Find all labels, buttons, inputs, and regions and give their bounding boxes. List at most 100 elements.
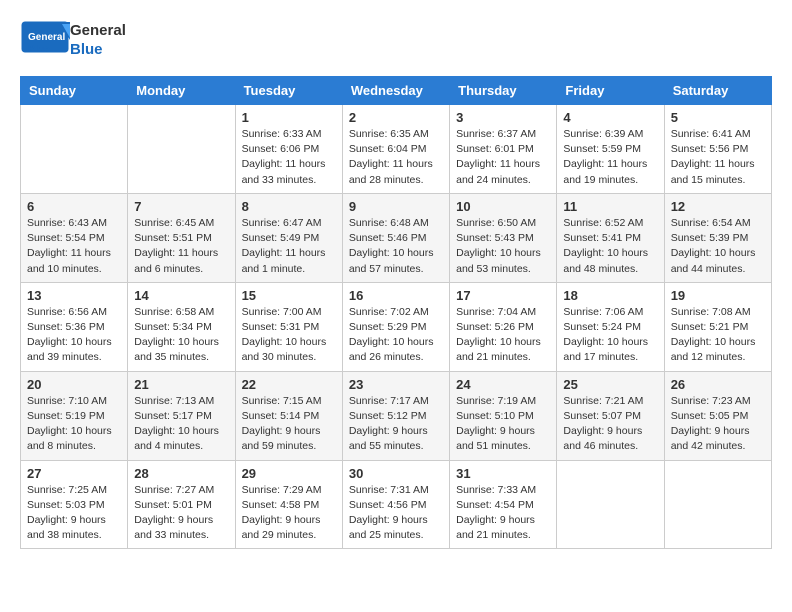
day-info: Sunrise: 7:29 AM Sunset: 4:58 PM Dayligh… [242,483,336,544]
calendar-cell: 14 Sunrise: 6:58 AM Sunset: 5:34 PM Dayli… [128,282,235,371]
calendar-cell: 26Sunrise: 7:23 AM Sunset: 5:05 PM Dayli… [664,371,771,460]
weekday-header: Monday [128,77,235,105]
day-number: 14 [134,288,228,303]
calendar-header-row: SundayMondayTuesdayWednesdayThursdayFrid… [21,77,772,105]
calendar-week-row: 6Sunrise: 6:43 AM Sunset: 5:54 PM Daylig… [21,193,772,282]
day-info: Sunrise: 7:25 AM Sunset: 5:03 PM Dayligh… [27,483,121,544]
day-number: 10 [456,199,550,214]
day-info: Sunrise: 6:50 AM Sunset: 5:43 PM Dayligh… [456,216,550,277]
calendar-cell [21,105,128,194]
calendar-cell: 23 Sunrise: 7:17 AM Sunset: 5:12 PM Dayli… [342,371,449,460]
day-number: 20 [27,377,121,392]
day-info: Sunrise: 7:21 AM Sunset: 5:07 PM Dayligh… [563,394,657,455]
weekday-header: Friday [557,77,664,105]
day-number: 31 [456,466,550,481]
calendar-cell: 29 Sunrise: 7:29 AM Sunset: 4:58 PM Dayli… [235,460,342,549]
calendar-cell: 17 Sunrise: 7:04 AM Sunset: 5:26 PM Dayli… [450,282,557,371]
calendar-cell: 24 Sunrise: 7:19 AM Sunset: 5:10 PM Dayli… [450,371,557,460]
calendar-cell: 21Sunrise: 7:13 AM Sunset: 5:17 PM Dayli… [128,371,235,460]
day-info: Sunrise: 6:37 AM Sunset: 6:01 PM Dayligh… [456,127,550,188]
day-info: Sunrise: 7:00 AM Sunset: 5:31 PM Dayligh… [242,305,336,366]
calendar-cell: 3Sunrise: 6:37 AM Sunset: 6:01 PM Daylig… [450,105,557,194]
day-number: 11 [563,199,657,214]
day-number: 15 [242,288,336,303]
calendar-cell: 16 Sunrise: 7:02 AM Sunset: 5:29 PM Dayli… [342,282,449,371]
day-info: Sunrise: 6:52 AM Sunset: 5:41 PM Dayligh… [563,216,657,277]
day-info: Sunrise: 6:35 AM Sunset: 6:04 PM Dayligh… [349,127,443,188]
weekday-header: Thursday [450,77,557,105]
day-number: 2 [349,110,443,125]
day-number: 5 [671,110,765,125]
day-number: 9 [349,199,443,214]
calendar-cell [128,105,235,194]
day-info: Sunrise: 6:48 AM Sunset: 5:46 PM Dayligh… [349,216,443,277]
day-number: 4 [563,110,657,125]
page-header: General Blue General Blue [20,20,772,60]
calendar-cell [664,460,771,549]
day-number: 17 [456,288,550,303]
weekday-header: Saturday [664,77,771,105]
calendar-cell: 7 Sunrise: 6:45 AM Sunset: 5:51 PM Daylig… [128,193,235,282]
day-number: 29 [242,466,336,481]
day-number: 12 [671,199,765,214]
weekday-header: Wednesday [342,77,449,105]
calendar-table: SundayMondayTuesdayWednesdayThursdayFrid… [20,76,772,549]
day-info: Sunrise: 7:06 AM Sunset: 5:24 PM Dayligh… [563,305,657,366]
day-number: 7 [134,199,228,214]
calendar-cell [557,460,664,549]
day-info: Sunrise: 6:41 AM Sunset: 5:56 PM Dayligh… [671,127,765,188]
calendar-cell: 9 Sunrise: 6:48 AM Sunset: 5:46 PM Daylig… [342,193,449,282]
weekday-header: Sunday [21,77,128,105]
day-number: 26 [671,377,765,392]
day-number: 6 [27,199,121,214]
day-info: Sunrise: 6:47 AM Sunset: 5:49 PM Dayligh… [242,216,336,277]
svg-text:General: General [28,32,65,43]
logo: General Blue General Blue [20,20,126,60]
calendar-cell: 25 Sunrise: 7:21 AM Sunset: 5:07 PM Dayli… [557,371,664,460]
calendar-cell: 15 Sunrise: 7:00 AM Sunset: 5:31 PM Dayli… [235,282,342,371]
calendar-week-row: 27Sunrise: 7:25 AM Sunset: 5:03 PM Dayli… [21,460,772,549]
day-number: 30 [349,466,443,481]
day-number: 1 [242,110,336,125]
calendar-cell: 27Sunrise: 7:25 AM Sunset: 5:03 PM Dayli… [21,460,128,549]
day-number: 19 [671,288,765,303]
day-number: 22 [242,377,336,392]
day-number: 23 [349,377,443,392]
day-info: Sunrise: 7:02 AM Sunset: 5:29 PM Dayligh… [349,305,443,366]
calendar-cell: 10 Sunrise: 6:50 AM Sunset: 5:43 PM Dayli… [450,193,557,282]
calendar-cell: 2 Sunrise: 6:35 AM Sunset: 6:04 PM Daylig… [342,105,449,194]
day-number: 21 [134,377,228,392]
day-info: Sunrise: 7:19 AM Sunset: 5:10 PM Dayligh… [456,394,550,455]
calendar-cell: 1 Sunrise: 6:33 AM Sunset: 6:06 PM Daylig… [235,105,342,194]
calendar-cell: 6Sunrise: 6:43 AM Sunset: 5:54 PM Daylig… [21,193,128,282]
logo-general-text: General [70,21,126,41]
calendar-cell: 8 Sunrise: 6:47 AM Sunset: 5:49 PM Daylig… [235,193,342,282]
day-info: Sunrise: 7:15 AM Sunset: 5:14 PM Dayligh… [242,394,336,455]
calendar-cell: 18 Sunrise: 7:06 AM Sunset: 5:24 PM Dayli… [557,282,664,371]
day-info: Sunrise: 6:54 AM Sunset: 5:39 PM Dayligh… [671,216,765,277]
calendar-cell: 13Sunrise: 6:56 AM Sunset: 5:36 PM Dayli… [21,282,128,371]
day-info: Sunrise: 7:17 AM Sunset: 5:12 PM Dayligh… [349,394,443,455]
day-number: 25 [563,377,657,392]
logo-svg: General Blue [20,20,70,60]
svg-text:Blue: Blue [28,44,50,55]
day-info: Sunrise: 6:45 AM Sunset: 5:51 PM Dayligh… [134,216,228,277]
day-number: 16 [349,288,443,303]
day-number: 8 [242,199,336,214]
day-info: Sunrise: 7:04 AM Sunset: 5:26 PM Dayligh… [456,305,550,366]
calendar-cell: 22 Sunrise: 7:15 AM Sunset: 5:14 PM Dayli… [235,371,342,460]
calendar-cell: 30Sunrise: 7:31 AM Sunset: 4:56 PM Dayli… [342,460,449,549]
calendar-cell: 12 Sunrise: 6:54 AM Sunset: 5:39 PM Dayli… [664,193,771,282]
calendar-cell: 20 Sunrise: 7:10 AM Sunset: 5:19 PM Dayli… [21,371,128,460]
day-number: 24 [456,377,550,392]
logo-blue-text: Blue [70,40,126,60]
day-number: 18 [563,288,657,303]
day-info: Sunrise: 7:10 AM Sunset: 5:19 PM Dayligh… [27,394,121,455]
calendar-cell: 4Sunrise: 6:39 AM Sunset: 5:59 PM Daylig… [557,105,664,194]
day-info: Sunrise: 6:58 AM Sunset: 5:34 PM Dayligh… [134,305,228,366]
day-info: Sunrise: 6:33 AM Sunset: 6:06 PM Dayligh… [242,127,336,188]
calendar-cell: 31Sunrise: 7:33 AM Sunset: 4:54 PM Dayli… [450,460,557,549]
calendar-week-row: 20 Sunrise: 7:10 AM Sunset: 5:19 PM Dayli… [21,371,772,460]
day-info: Sunrise: 7:08 AM Sunset: 5:21 PM Dayligh… [671,305,765,366]
day-info: Sunrise: 6:56 AM Sunset: 5:36 PM Dayligh… [27,305,121,366]
